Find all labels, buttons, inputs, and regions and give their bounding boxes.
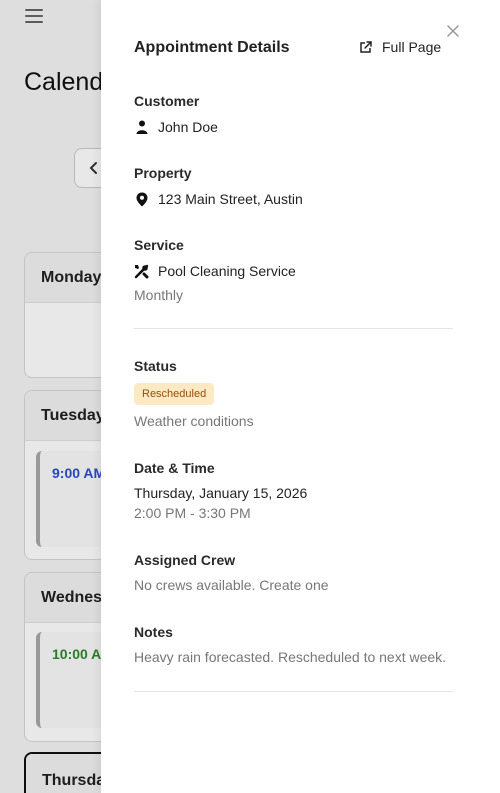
create-crew-link[interactable]: No crews available. Create one	[134, 577, 454, 593]
status-section: Status Rescheduled Weather conditions	[134, 358, 454, 429]
crew-label: Assigned Crew	[134, 552, 236, 568]
service-frequency: Monthly	[134, 287, 184, 303]
external-link-icon	[360, 41, 372, 53]
drawer-title: Appointment Details	[134, 39, 290, 56]
notes-text: Heavy rain forecasted. Rescheduled to ne…	[134, 649, 447, 665]
crew-section: Assigned Crew No crews available. Create…	[134, 552, 454, 593]
customer-label: Customer	[134, 93, 200, 109]
full-page-link[interactable]: Full Page	[359, 39, 441, 55]
datetime-section: Date & Time Thursday, January 15, 2026 2…	[134, 460, 454, 521]
property-label: Property	[134, 165, 192, 181]
appointment-date: Thursday, January 15, 2026	[134, 485, 308, 501]
notes-label: Notes	[134, 624, 173, 640]
appointment-details-drawer: Appointment Details Full Page Customer J…	[101, 0, 500, 793]
customer-section: Customer John Doe	[134, 93, 454, 136]
status-reason: Weather conditions	[134, 413, 254, 429]
divider	[134, 328, 453, 329]
datetime-label: Date & Time	[134, 460, 215, 476]
full-page-label: Full Page	[382, 39, 442, 55]
person-icon	[134, 120, 149, 135]
close-icon	[447, 25, 459, 37]
map-pin-icon	[134, 192, 149, 207]
status-label: Status	[134, 358, 177, 374]
service-label: Service	[134, 237, 184, 253]
customer-name[interactable]: John Doe	[158, 119, 218, 135]
notes-section: Notes Heavy rain forecasted. Rescheduled…	[134, 624, 464, 665]
appointment-time-range: 2:00 PM - 3:30 PM	[134, 505, 251, 521]
property-section: Property 123 Main Street, Austin	[134, 165, 454, 208]
tools-icon	[134, 264, 149, 279]
service-section: Service Pool Cleaning Service Monthly	[134, 237, 454, 303]
service-name: Pool Cleaning Service	[158, 263, 296, 279]
divider	[134, 691, 453, 692]
close-button[interactable]	[445, 23, 461, 39]
status-badge: Rescheduled	[134, 383, 215, 405]
property-address[interactable]: 123 Main Street, Austin	[158, 191, 303, 207]
